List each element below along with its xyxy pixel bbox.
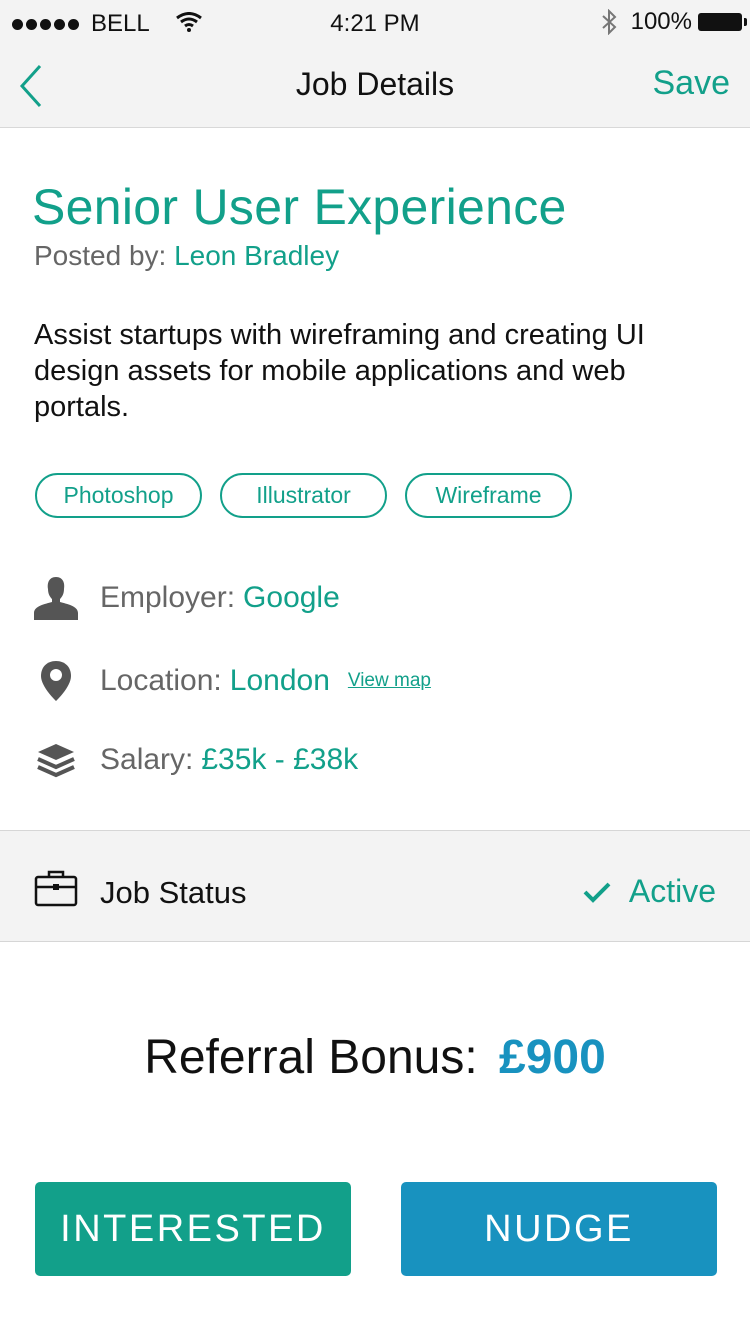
page-title: Job Details	[295, 66, 455, 102]
save-button[interactable]: Save	[653, 64, 731, 103]
job-status-value: Active	[583, 873, 716, 910]
skill-tags: Photoshop Illustrator Wireframe	[35, 473, 572, 518]
tag-illustrator[interactable]: Illustrator	[220, 473, 387, 518]
salary-value: £35k - £38k	[201, 743, 359, 776]
posted-by: Posted by: Leon Bradley	[34, 240, 339, 272]
battery-percent: 100%	[630, 8, 692, 35]
status-bar: BELL 4:21 PM 100%	[0, 0, 750, 44]
employer-value[interactable]: Google	[243, 581, 340, 615]
posted-by-label: Posted by:	[34, 240, 167, 271]
salary-label: Salary:	[100, 743, 194, 776]
tag-photoshop[interactable]: Photoshop	[35, 473, 202, 518]
battery-icon	[698, 13, 747, 31]
bluetooth-icon	[601, 9, 617, 35]
map-pin-icon	[32, 660, 80, 702]
checkmark-icon	[583, 882, 611, 903]
job-description: Assist startups with wireframing and cre…	[34, 319, 645, 423]
location-row: Location: London View map	[32, 660, 431, 702]
nudge-button[interactable]: NUDGE	[401, 1182, 717, 1276]
employer-row: Employer: Google	[32, 575, 340, 621]
status-bar-right: 100%	[601, 8, 747, 36]
job-status-text: Active	[628, 873, 716, 909]
referral-bonus-label: Referral Bonus:	[144, 1031, 478, 1084]
referral-bonus-amount: £900	[499, 1031, 606, 1084]
tag-wireframe[interactable]: Wireframe	[405, 473, 572, 518]
person-icon	[32, 575, 80, 621]
salary-row: Salary: £35k - £38k	[32, 742, 358, 778]
job-status-label: Job Status	[100, 875, 247, 910]
poster-name-link[interactable]: Leon Bradley	[174, 240, 339, 271]
view-map-link[interactable]: View map	[348, 670, 431, 692]
location-value: London	[229, 664, 330, 697]
job-title: Senior User Experience	[32, 179, 567, 235]
job-status-row[interactable]: Job Status Active	[0, 830, 750, 942]
navigation-bar: Job Details Save	[0, 44, 750, 128]
briefcase-icon	[34, 870, 78, 907]
layers-icon	[32, 742, 80, 778]
interested-button[interactable]: INTERESTED	[35, 1182, 351, 1276]
employer-label: Employer:	[100, 581, 236, 614]
referral-bonus: Referral Bonus: £900	[0, 1030, 750, 1085]
location-label: Location:	[100, 664, 222, 697]
